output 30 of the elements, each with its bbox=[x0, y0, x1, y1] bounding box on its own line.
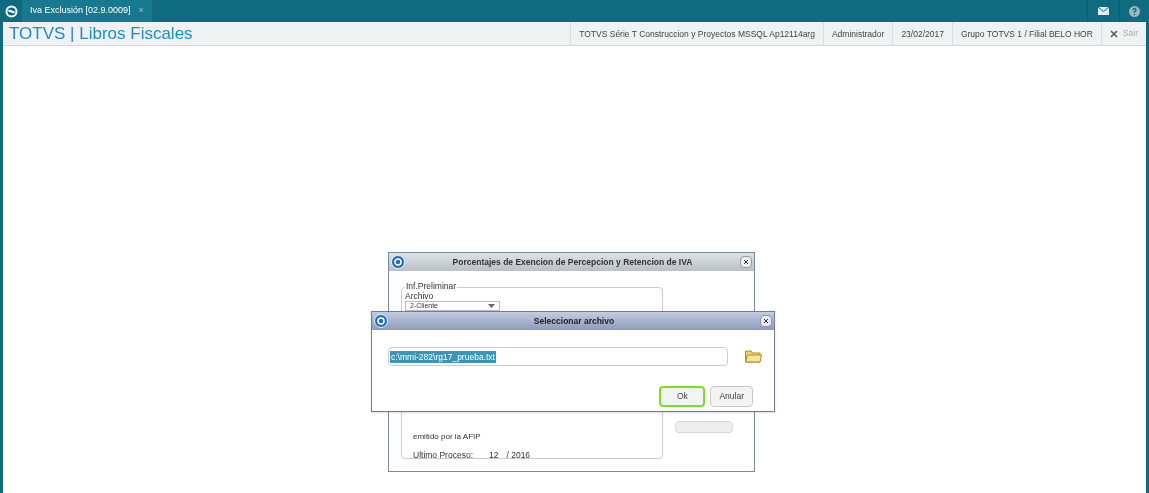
dialog-title: Seleccionar archivo bbox=[532, 314, 616, 328]
field-label: Archivo bbox=[405, 291, 434, 301]
dialog-button[interactable]: Anular bbox=[710, 386, 753, 407]
note-text: emitido por la AFIP bbox=[413, 431, 481, 443]
help-icon[interactable] bbox=[1129, 5, 1140, 17]
folder-icon[interactable] bbox=[745, 350, 762, 363]
group-label: Inf.Preliminar bbox=[405, 281, 458, 291]
tab[interactable]: Iva Exclusión [02.9.0009] × bbox=[22, 0, 152, 22]
close-icon[interactable]: × bbox=[138, 4, 144, 18]
dialog-title: Porcentajes de Exencion de Percepcion y Retencion de IVA bbox=[451, 255, 694, 269]
app-icon bbox=[374, 314, 388, 328]
close-icon bbox=[763, 318, 769, 324]
close-icon bbox=[1109, 29, 1118, 38]
close-icon bbox=[743, 259, 749, 265]
app-title: TOTVS | Libros Fiscales bbox=[8, 22, 193, 45]
header-info: Grupo TOTVS 1 / Filial BELO HOR bbox=[951, 21, 1101, 46]
path-field[interactable]: c:\mmi-282\rg17_prueba.txt bbox=[388, 347, 728, 366]
close-button[interactable] bbox=[760, 315, 772, 327]
month-value: 12 bbox=[489, 449, 499, 462]
app-icon bbox=[391, 255, 405, 269]
year-value: / 2016 bbox=[506, 449, 531, 462]
close-button[interactable] bbox=[740, 256, 752, 268]
header-info: TOTVS Série T Construccion y Proyectos MSSQL Ap12114arg bbox=[570, 21, 823, 46]
mail-icon[interactable] bbox=[1098, 7, 1109, 15]
logo-icon bbox=[4, 4, 18, 18]
header-info: Administrador bbox=[822, 21, 893, 46]
field-label: Ultimo Proceso: bbox=[413, 449, 473, 462]
caret-icon bbox=[488, 304, 495, 308]
header-info: 23/02/2017 bbox=[892, 21, 952, 46]
dialog-button[interactable]: Ok bbox=[659, 386, 706, 407]
